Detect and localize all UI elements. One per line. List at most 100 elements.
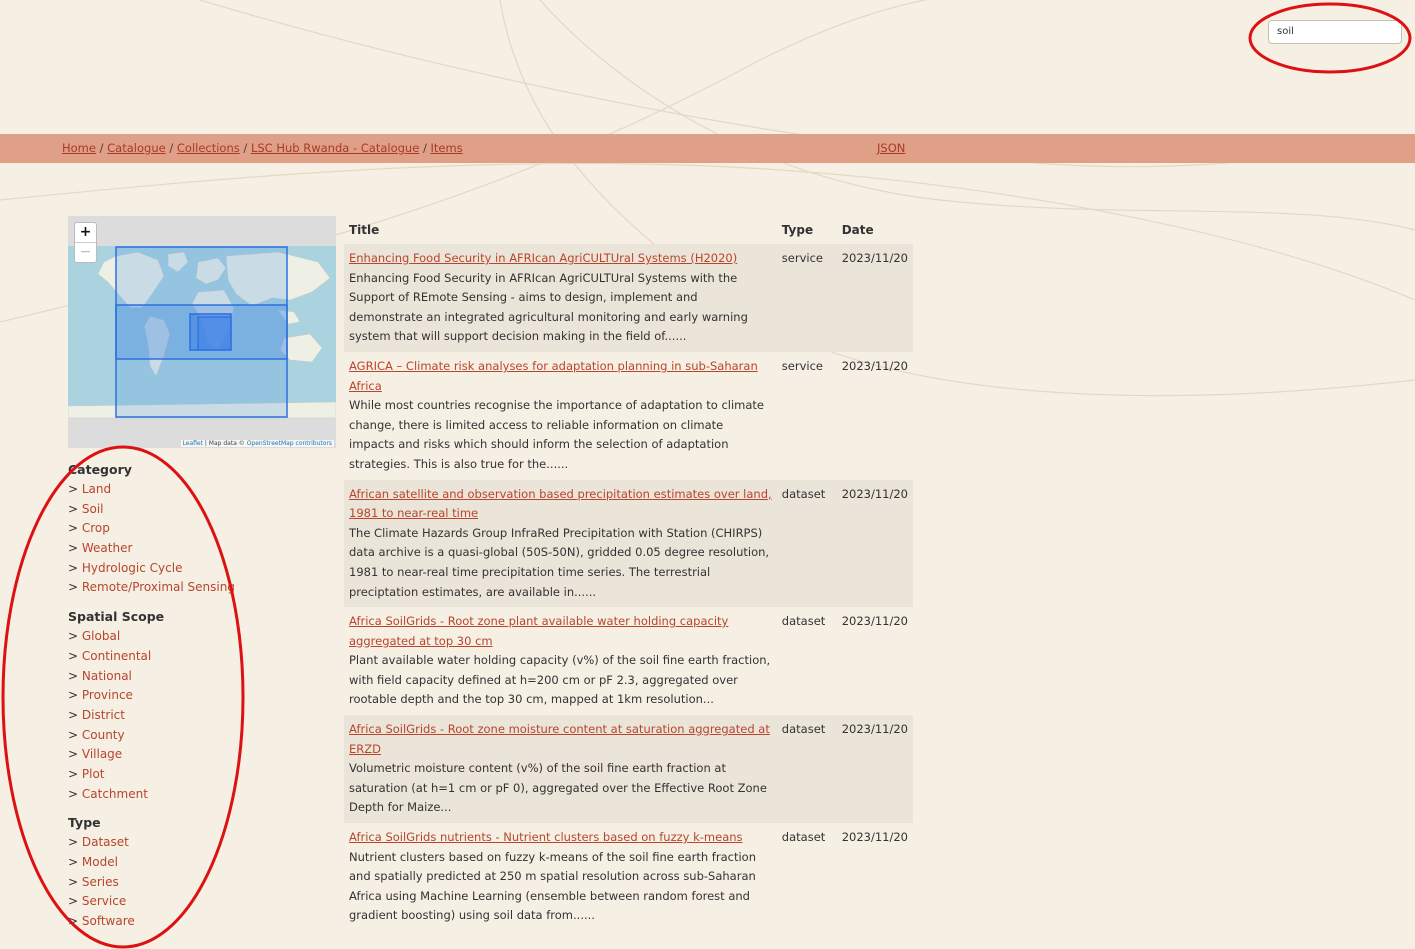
- facet-link-continental[interactable]: Continental: [82, 649, 151, 663]
- facet-item: > Catchment: [68, 786, 148, 801]
- table-row: Enhancing Food Security in AFRIcan AgriC…: [344, 244, 913, 352]
- cell-date: 2023/11/20: [836, 715, 913, 824]
- facet-link-service[interactable]: Service: [82, 894, 126, 908]
- item-description: The Climate Hazards Group InfraRed Preci…: [349, 525, 770, 599]
- facet-link-land[interactable]: Land: [82, 482, 111, 496]
- facet-item: > Remote/Proximal Sensing: [68, 580, 235, 595]
- world-map: [68, 216, 336, 448]
- facet-item: > County: [68, 727, 125, 742]
- facet-link-province[interactable]: Province: [82, 688, 133, 702]
- osm-link[interactable]: OpenStreetMap contributors: [247, 440, 332, 447]
- cell-title: African satellite and observation based …: [344, 479, 777, 608]
- column-header-title: Title: [349, 223, 380, 237]
- breadcrumb-separator: /: [239, 141, 251, 155]
- facet-link-crop[interactable]: Crop: [82, 521, 110, 535]
- cell-type: dataset: [776, 715, 837, 824]
- facet-item: > Province: [68, 688, 133, 703]
- cell-title: Africa SoilGrids - Root zone plant avail…: [344, 607, 777, 715]
- facet-link-county[interactable]: County: [82, 728, 125, 742]
- table-row: African satellite and observation based …: [344, 479, 913, 608]
- facet-item: > Village: [68, 747, 123, 762]
- facet-link-plot[interactable]: Plot: [82, 767, 105, 781]
- item-title-link[interactable]: AGRICA – Climate risk analyses for adapt…: [349, 357, 772, 396]
- facet-sidebar: Category > Land > Soil > Crop > Weather …: [68, 462, 238, 943]
- item-title-link[interactable]: African satellite and observation based …: [349, 485, 772, 524]
- facet-item: > Software: [68, 914, 135, 929]
- facet-link-weather[interactable]: Weather: [82, 541, 133, 555]
- cell-title: Africa SoilGrids nutrients - Nutrient cl…: [344, 823, 777, 931]
- facet-item: > National: [68, 668, 132, 683]
- cell-type: service: [781, 358, 823, 373]
- cell-type: dataset: [776, 479, 837, 608]
- column-header-date: Date: [841, 223, 874, 237]
- facet-link-catchment[interactable]: Catchment: [82, 787, 148, 801]
- breadcrumb: Home / Catalogue / Collections / LSC Hub…: [62, 141, 463, 155]
- cell-type: service: [776, 244, 837, 352]
- facet-group-type: Type > Dataset > Model > Series > Servic…: [68, 815, 238, 933]
- breadcrumb-separator: /: [419, 141, 431, 155]
- facet-link-soil[interactable]: Soil: [82, 502, 104, 516]
- cell-type: dataset: [781, 830, 826, 845]
- facet-item: > Land: [68, 482, 112, 496]
- items-table: Title Type Date Enhancing Food Security …: [344, 216, 913, 931]
- item-title-link[interactable]: Africa SoilGrids - Root zone moisture co…: [349, 720, 772, 759]
- breadcrumb-bar: Home / Catalogue / Collections / LSC Hub…: [0, 134, 1415, 163]
- json-link[interactable]: JSON: [877, 141, 905, 155]
- facet-group-category: Category > Land > Soil > Crop > Weather …: [68, 462, 238, 600]
- table-row: AGRICA – Climate risk analyses for adapt…: [344, 352, 913, 480]
- cell-date: 2023/11/20: [836, 244, 913, 352]
- map-zoom-control: + −: [74, 222, 97, 263]
- facet-link-district[interactable]: District: [82, 708, 125, 722]
- item-description: Plant available water holding capacity (…: [349, 653, 771, 707]
- table-header-row: Title Type Date: [344, 216, 913, 244]
- column-header-type: Type: [781, 223, 814, 237]
- leaflet-link[interactable]: Leaflet: [183, 440, 203, 447]
- facet-item: > Soil: [68, 501, 104, 516]
- cell-title: Africa SoilGrids - Root zone moisture co…: [344, 715, 777, 824]
- facet-link-model[interactable]: Model: [82, 855, 118, 869]
- facet-link-hydrologic-cycle[interactable]: Hydrologic Cycle: [82, 561, 183, 575]
- breadcrumb-home[interactable]: Home: [62, 141, 96, 155]
- facet-group-spatial-scope: Spatial Scope > Global > Continental > N…: [68, 609, 238, 806]
- facet-item: > Service: [68, 894, 127, 909]
- item-title-link[interactable]: Africa SoilGrids - Root zone plant avail…: [349, 612, 772, 651]
- cell-title: AGRICA – Climate risk analyses for adapt…: [344, 352, 777, 480]
- facet-link-software[interactable]: Software: [82, 914, 135, 928]
- facet-link-dataset[interactable]: Dataset: [82, 835, 129, 849]
- breadcrumb-items[interactable]: Items: [430, 141, 462, 155]
- item-title-link[interactable]: Enhancing Food Security in AFRIcan AgriC…: [349, 249, 772, 269]
- breadcrumb-collections[interactable]: Collections: [177, 141, 240, 155]
- zoom-out-button[interactable]: −: [75, 243, 96, 262]
- facet-item: > Crop: [68, 521, 110, 536]
- facet-link-series[interactable]: Series: [82, 875, 119, 889]
- cell-date: 2023/11/20: [841, 358, 908, 373]
- zoom-in-button[interactable]: +: [75, 223, 96, 243]
- item-description: While most countries recognise the impor…: [349, 398, 764, 471]
- breadcrumb-catalogue[interactable]: Catalogue: [107, 141, 166, 155]
- breadcrumb-collection[interactable]: LSC Hub Rwanda - Catalogue: [251, 141, 419, 155]
- cell-type: dataset: [781, 614, 826, 629]
- item-description: Volumetric moisture content (v%) of the …: [349, 761, 767, 815]
- facet-link-national[interactable]: National: [82, 669, 132, 683]
- facet-item: > Plot: [68, 766, 105, 781]
- facet-heading: Type: [68, 815, 101, 831]
- search-input[interactable]: [1268, 19, 1402, 44]
- table-row: Africa SoilGrids nutrients - Nutrient cl…: [344, 823, 913, 931]
- map-widget[interactable]: + − Leaflet | Map data © OpenStreetMap c…: [68, 216, 336, 448]
- facet-link-village[interactable]: Village: [82, 747, 122, 761]
- facet-heading: Category: [68, 462, 132, 477]
- facet-link-global[interactable]: Global: [82, 629, 120, 643]
- facet-item: > Global: [68, 629, 121, 644]
- facet-item: > District: [68, 707, 125, 722]
- facet-item: > Continental: [68, 648, 152, 663]
- facet-link-remote-sensing[interactable]: Remote/Proximal Sensing: [82, 580, 235, 594]
- breadcrumb-separator: /: [95, 141, 108, 155]
- breadcrumb-separator: /: [165, 141, 177, 155]
- cell-date: 2023/11/20: [841, 614, 908, 629]
- facet-item: > Weather: [68, 541, 133, 556]
- search-box: [1268, 19, 1402, 44]
- item-title-link[interactable]: Africa SoilGrids nutrients - Nutrient cl…: [349, 828, 772, 848]
- facet-item: > Dataset: [68, 835, 129, 850]
- facet-item: > Model: [68, 855, 118, 869]
- item-description: Enhancing Food Security in AFRIcan AgriC…: [349, 270, 748, 344]
